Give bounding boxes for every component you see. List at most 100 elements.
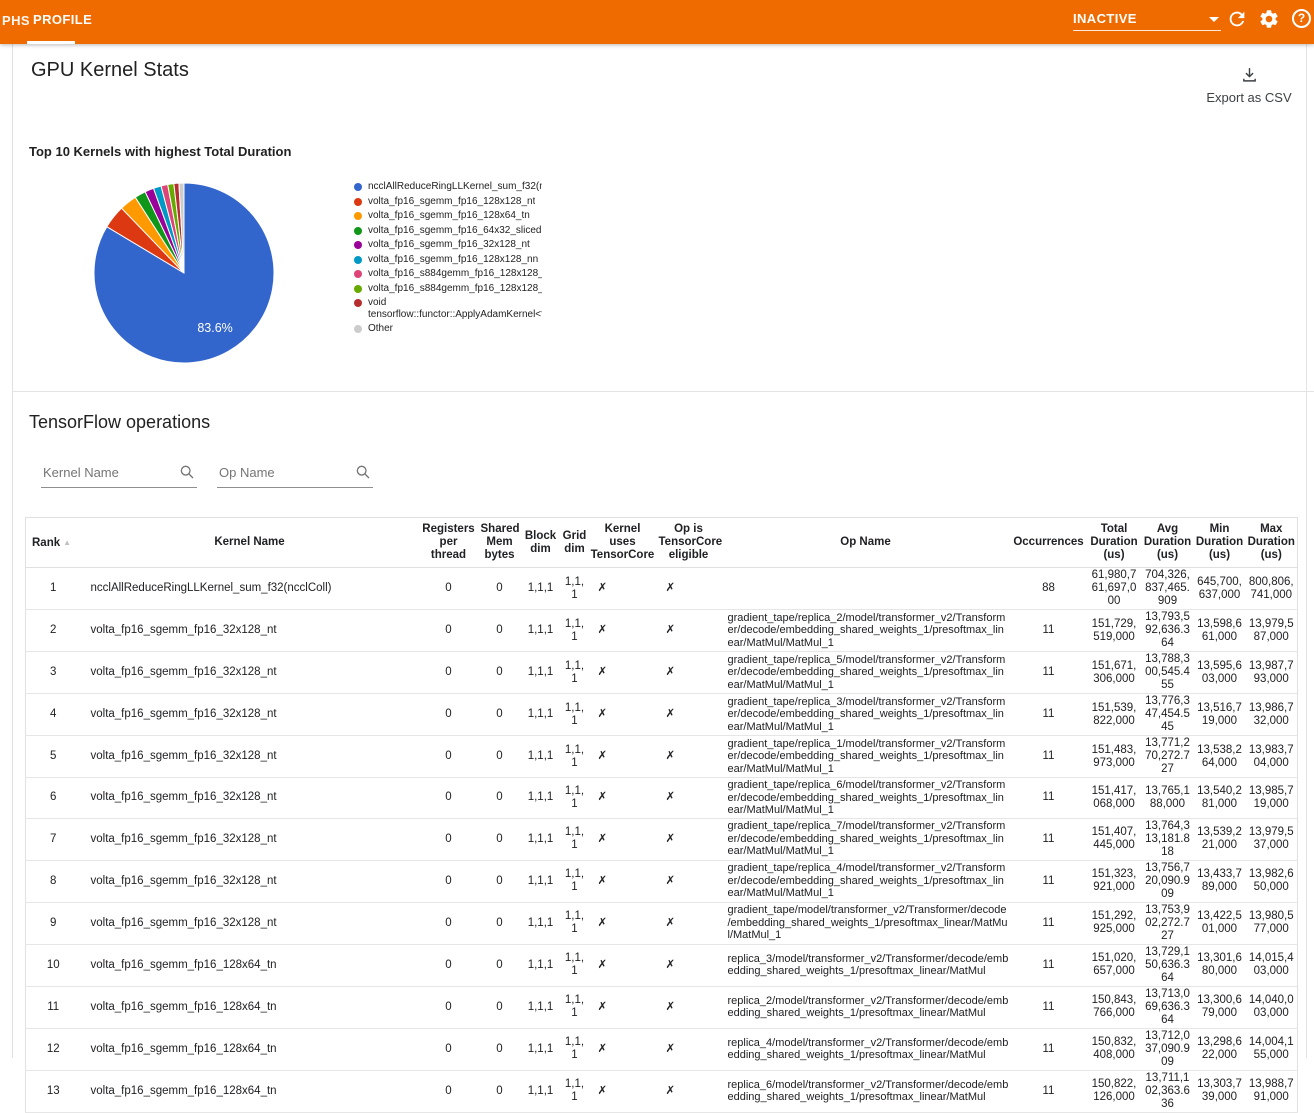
chart-title: Top 10 Kernels with highest Total Durati…: [29, 144, 291, 159]
cell-num: 1,1,1: [561, 1028, 589, 1070]
cell-dur: 13,764,313,181.818: [1142, 818, 1194, 860]
cell-num: 1,1,1: [521, 944, 561, 986]
cell-dur: 13,980,577,000: [1246, 902, 1298, 944]
cell-num: 1,1,1: [561, 778, 589, 819]
cell-dur: 13,711,102,363.636: [1142, 1070, 1194, 1112]
cell-num: 11: [1011, 902, 1087, 944]
pie-slice-label: 83.6%: [197, 321, 232, 335]
cell-dur: 13,983,704,000: [1246, 736, 1298, 778]
cell-dur: 13,776,347,454.545: [1142, 694, 1194, 736]
cell-num: 0: [419, 860, 479, 902]
cell-num: 11: [1011, 818, 1087, 860]
chevron-down-icon: [1209, 17, 1219, 22]
cell-rank: 4: [26, 694, 81, 736]
cell-num: 1,1,1: [521, 818, 561, 860]
cell-num: 1,1,1: [521, 860, 561, 902]
cell-x: ✗: [589, 610, 657, 652]
column-header-grid-dim[interactable]: Grid dim: [561, 518, 589, 568]
op-name-filter-input[interactable]: [217, 460, 349, 484]
column-header-avg-duration-us-[interactable]: Avg Duration (us): [1142, 518, 1194, 568]
cell-dur: 14,040,003,000: [1246, 986, 1298, 1028]
column-header-kernel-name[interactable]: Kernel Name: [81, 518, 419, 568]
legend-item: volta_fp16_sgemm_fp16_128x64_tn: [354, 210, 542, 222]
cell-x: ✗: [657, 1028, 721, 1070]
tab-graphs-truncated[interactable]: PHS: [2, 13, 30, 28]
cell-num: 11: [1011, 1070, 1087, 1112]
cell-dur: 13,516,719,000: [1194, 694, 1246, 736]
kernel-name-filter-input[interactable]: [41, 460, 173, 484]
cell-x: ✗: [657, 1070, 721, 1112]
help-icon[interactable]: ?: [1292, 9, 1311, 28]
table-row: 13volta_fp16_sgemm_fp16_128x64_tn001,1,1…: [26, 1070, 1298, 1112]
cell-num: 11: [1011, 694, 1087, 736]
tab-profile[interactable]: PROFILE: [33, 12, 92, 27]
tf-operations-table: Rank▲Kernel NameRegisters per threadShar…: [25, 517, 1298, 1113]
cell-op: gradient_tape/replica_2/model/transforme…: [721, 610, 1011, 652]
cell-op: gradient_tape/replica_3/model/transforme…: [721, 694, 1011, 736]
run-state-value: INACTIVE: [1073, 11, 1137, 26]
cell-dur: 13,756,720,090.909: [1142, 860, 1194, 902]
cell-num: 0: [479, 652, 521, 694]
table-row: 3volta_fp16_sgemm_fp16_32x128_nt001,1,11…: [26, 652, 1298, 694]
cell-x: ✗: [657, 860, 721, 902]
cell-num: 11: [1011, 778, 1087, 819]
cell-kernel: volta_fp16_sgemm_fp16_128x64_tn: [81, 1028, 419, 1070]
export-csv-button[interactable]: Export as CSV: [1203, 66, 1295, 105]
column-header-total-duration-us-[interactable]: Total Duration (us): [1087, 518, 1142, 568]
table-row: 11volta_fp16_sgemm_fp16_128x64_tn001,1,1…: [26, 986, 1298, 1028]
column-header-kernel-uses-tensorcore[interactable]: Kernel uses TensorCore: [589, 518, 657, 568]
cell-dur: 151,407,445,000: [1087, 818, 1142, 860]
cell-num: 1,1,1: [521, 778, 561, 819]
column-header-max-duration-us-[interactable]: Max Duration (us): [1246, 518, 1298, 568]
cell-dur: 13,598,661,000: [1194, 610, 1246, 652]
cell-num: 1,1,1: [561, 610, 589, 652]
cell-kernel: volta_fp16_sgemm_fp16_32x128_nt: [81, 610, 419, 652]
export-csv-label: Export as CSV: [1203, 90, 1295, 105]
legend-item: volta_fp16_s884gemm_fp16_128x128_ldg8…: [354, 268, 542, 280]
cell-x: ✗: [589, 652, 657, 694]
cell-dur: 13,765,188,000: [1142, 778, 1194, 819]
cell-op: gradient_tape/replica_7/model/transforme…: [721, 818, 1011, 860]
column-header-min-duration-us-[interactable]: Min Duration (us): [1194, 518, 1246, 568]
settings-gear-icon[interactable]: [1258, 8, 1280, 30]
cell-x: ✗: [589, 1070, 657, 1112]
content-left-border: [12, 44, 13, 1058]
cell-num: 0: [479, 944, 521, 986]
cell-num: 0: [479, 568, 521, 610]
cell-rank: 10: [26, 944, 81, 986]
column-header-rank[interactable]: Rank▲: [26, 518, 81, 568]
column-header-op-is-tensorcore-eligible[interactable]: Op is TensorCore eligible: [657, 518, 721, 568]
cell-rank: 2: [26, 610, 81, 652]
cell-dur: 151,292,925,000: [1087, 902, 1142, 944]
kernel-duration-pie-chart[interactable]: 83.6%: [84, 178, 284, 368]
scrollbar-track[interactable]: [1306, 44, 1307, 1058]
search-icon[interactable]: [179, 464, 195, 480]
legend-color-dot: [354, 198, 362, 206]
column-header-registers-per-thread[interactable]: Registers per thread: [419, 518, 479, 568]
cell-dur: 13,729,150,636.364: [1142, 944, 1194, 986]
column-header-op-name[interactable]: Op Name: [721, 518, 1011, 568]
cell-x: ✗: [657, 736, 721, 778]
cell-dur: 151,671,306,000: [1087, 652, 1142, 694]
cell-num: 11: [1011, 944, 1087, 986]
cell-x: ✗: [657, 568, 721, 610]
cell-num: 88: [1011, 568, 1087, 610]
cell-num: 1,1,1: [521, 1070, 561, 1112]
sort-ascending-icon: ▲: [63, 538, 71, 547]
legend-color-dot: [354, 325, 362, 333]
column-header-occurrences[interactable]: Occurrences: [1011, 518, 1087, 568]
cell-dur: 704,326,837,465.909: [1142, 568, 1194, 610]
cell-num: 1,1,1: [521, 986, 561, 1028]
table-row: 12volta_fp16_sgemm_fp16_128x64_tn001,1,1…: [26, 1028, 1298, 1070]
run-state-dropdown[interactable]: INACTIVE: [1073, 8, 1221, 31]
cell-dur: 13,713,069,636.364: [1142, 986, 1194, 1028]
column-header-shared-mem-bytes[interactable]: Shared Mem bytes: [479, 518, 521, 568]
column-header-block-dim[interactable]: Block dim: [521, 518, 561, 568]
cell-dur: 13,988,791,000: [1246, 1070, 1298, 1112]
refresh-icon[interactable]: [1226, 8, 1248, 30]
cell-dur: 13,979,537,000: [1246, 818, 1298, 860]
pie-chart-legend: ncclAllReduceRingLLKernel_sum_f32(ncclC……: [354, 181, 542, 338]
cell-num: 0: [419, 568, 479, 610]
search-icon[interactable]: [355, 464, 371, 480]
legend-label: volta_fp16_sgemm_fp16_32x128_nt: [368, 239, 530, 251]
